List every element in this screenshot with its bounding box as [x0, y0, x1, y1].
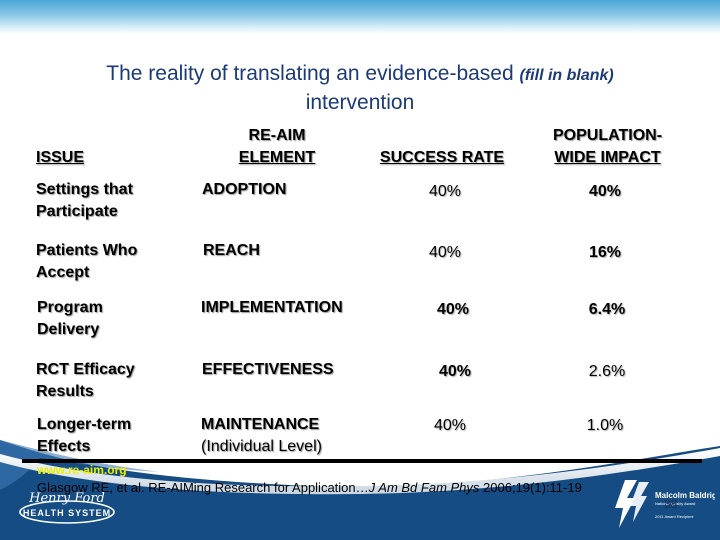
issue-line1: RCT Efficacy	[36, 361, 135, 378]
table-row-issue: Patients Who Accept	[36, 240, 137, 284]
table-row-issue: RCT Efficacy Results	[36, 359, 135, 403]
header-impact: POPULATION- WIDE IMPACT	[540, 125, 675, 169]
issue-line2: Accept	[36, 264, 90, 281]
title-line-1: The reality of translating an evidence-b…	[20, 60, 700, 89]
table-row-impact: 16%	[588, 244, 622, 261]
table-row-impact: 2.6%	[588, 363, 626, 380]
table-row-success-rate: 40%	[428, 183, 462, 200]
header-gradient-band	[0, 0, 720, 34]
element-line2: (Individual Level)	[201, 438, 322, 455]
table-row-impact: 1.0%	[586, 417, 624, 434]
baldrige-award-logo: Malcolm Baldrige National Quality Award …	[615, 480, 715, 528]
table-row-issue: Program Delivery	[37, 297, 103, 341]
table-row-success-rate: 40%	[438, 363, 472, 380]
table-row-element: MAINTENANCE (Individual Level)	[201, 414, 322, 458]
footer-citation: Glasgow RE, et al. RE-AIMing Research fo…	[37, 480, 582, 495]
issue-line2: Delivery	[37, 321, 100, 338]
table-row-success-rate: 40%	[428, 244, 462, 261]
header-impact-line2: WIDE IMPACT	[554, 149, 661, 166]
issue-line1: Settings that	[36, 181, 133, 198]
issue-line2: Results	[36, 383, 94, 400]
header-success-rate: SUCCESS RATE	[379, 149, 505, 166]
header-impact-line1: POPULATION-	[552, 127, 663, 144]
table-row-impact: 6.4%	[588, 301, 626, 318]
table-row-element: EFFECTIVENESS	[202, 361, 334, 378]
header-issue: ISSUE	[36, 149, 85, 166]
table-row-issue: Settings that Participate	[36, 179, 133, 223]
citation-tail: 2006;19(1):11-19	[479, 480, 582, 495]
henry-ford-logo: Henry Ford HEALTH SYSTEM	[19, 491, 115, 524]
header-element-line2: ELEMENT	[238, 149, 316, 166]
issue-line1: Program	[37, 299, 103, 316]
slide-title: The reality of translating an evidence-b…	[20, 60, 700, 116]
citation-journal: J Am Bd Fam Phys	[368, 480, 480, 495]
table-row-success-rate: 40%	[433, 417, 467, 434]
header-element-line1: RE-AIM	[248, 127, 306, 144]
title-line-2: intervention	[305, 91, 415, 114]
title-emphasis: (fill in blank)	[519, 67, 614, 84]
issue-line1: Patients Who	[36, 242, 138, 259]
issue-line2: Participate	[36, 203, 118, 220]
health-system-caps: HEALTH SYSTEM	[23, 508, 111, 518]
title-main-text: The reality of translating an evidence-b…	[106, 62, 514, 85]
table-row-element: ADOPTION	[202, 181, 287, 198]
table-row-element: REACH	[203, 242, 260, 259]
table-row-impact: 40%	[588, 183, 622, 200]
page-number: 38	[664, 497, 678, 511]
element-line1: MAINTENANCE	[201, 416, 320, 433]
table-row-success-rate: 40%	[436, 301, 470, 318]
footer-website-link[interactable]: www.re-aim.org	[37, 463, 127, 477]
baldrige-sub2: 2011 Award Recipient	[655, 514, 694, 519]
header-element: RE-AIM ELEMENT	[222, 125, 332, 169]
table-row-issue: Longer-term Effects	[37, 414, 131, 458]
issue-line1: Longer-term	[37, 416, 132, 433]
issue-line2: Effects	[37, 438, 91, 455]
table-row-element: IMPLEMENTATION	[201, 299, 343, 316]
henry-ford-script: Henry Ford	[28, 491, 105, 506]
